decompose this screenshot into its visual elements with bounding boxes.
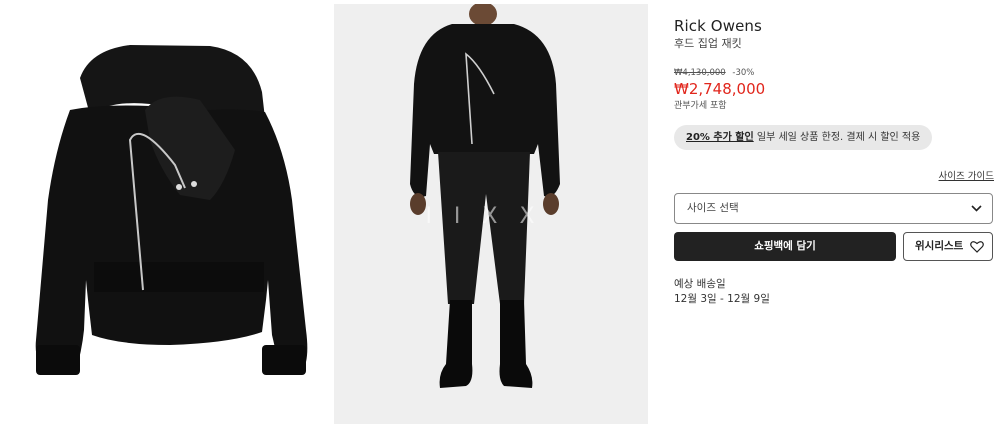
watermark-text: IIXX (425, 204, 557, 229)
heart-icon (970, 241, 984, 253)
size-select-dropdown[interactable]: 사이즈 선택 (674, 193, 993, 224)
product-name: 후드 집업 재킷 (674, 37, 742, 50)
promo-text: 일부 세일 상품 한정. 결제 시 할인 적용 (753, 132, 921, 143)
size-guide-link[interactable]: 사이즈 가이드 (939, 168, 994, 182)
delivery-label: 예상 배송일 (674, 278, 726, 290)
jacket-illustration (35, 45, 308, 375)
promo-banner[interactable]: 20% 추가 할인 일부 세일 상품 한정. 결제 시 할인 적용 (674, 125, 933, 150)
original-price: ₩4,130,000 (674, 68, 726, 78)
brand-name[interactable]: Rick Owens (674, 16, 994, 36)
product-info: Rick Owens 후드 집업 재킷 ₩4,130,000 -30% ₩2,7… (674, 16, 994, 112)
wishlist-button[interactable]: 위시리스트 (903, 232, 993, 261)
price-original-row: ₩4,130,000 -30% (674, 68, 994, 79)
product-image-model[interactable]: IIXX (334, 4, 648, 424)
add-to-bag-button[interactable]: 쇼핑백에 담기 (674, 232, 896, 261)
wishlist-label: 위시리스트 (915, 240, 964, 252)
current-price: ₩2,748,000 (674, 80, 766, 98)
size-select-placeholder: 사이즈 선택 (687, 202, 739, 214)
watermark: IIXX (334, 204, 648, 229)
delivery-dates: 12월 3일 - 12월 9일 (674, 293, 770, 305)
promo-highlight[interactable]: 20% 추가 할인 (686, 132, 754, 143)
chevron-down-icon (971, 205, 982, 212)
product-image-front[interactable] (0, 0, 330, 427)
discount-badge: -30% (732, 68, 755, 78)
delivery-estimate: 예상 배송일 12월 3일 - 12월 9일 (674, 277, 770, 307)
duty-note: 관부가세 포함 (674, 101, 727, 111)
